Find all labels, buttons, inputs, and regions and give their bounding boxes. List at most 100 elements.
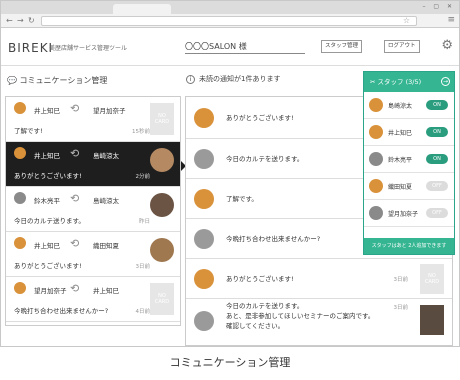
avatar bbox=[194, 149, 214, 169]
reload-icon[interactable]: ↻ bbox=[28, 16, 35, 25]
url-field[interactable]: ☆ bbox=[41, 16, 417, 26]
customer-photo bbox=[150, 148, 174, 172]
avatar bbox=[194, 311, 214, 331]
logout-button[interactable]: ログアウト bbox=[384, 40, 420, 53]
avatar bbox=[369, 152, 383, 166]
message-row: ありがとうございます! 3日前 NO CARD bbox=[186, 259, 452, 299]
section-title-text: コミュニケーション管理 bbox=[19, 76, 108, 85]
thread-item-selected[interactable]: 井上知巳 ⟲ 島崎涼太 ありがとうございます! 2分前 bbox=[6, 142, 180, 187]
thread-item[interactable]: 井上知巳 ⟲ 望月加奈子 了解です! 15秒前 NO CARD bbox=[6, 97, 180, 142]
app-header: BIREKI 美歴店舗サービス管理ツール 〇〇〇SALON 様 スタッフ管理 ロ… bbox=[1, 30, 459, 66]
avatar bbox=[369, 179, 383, 193]
message-text: 今日のカルテを送ります。 あと、是非参加してほしいセミナーのご案内です。 確認し… bbox=[226, 302, 375, 330]
avatar bbox=[194, 229, 214, 249]
thread-to: 島崎涼太 bbox=[93, 197, 119, 205]
section-title: 💬 コミュニケーション管理 bbox=[7, 75, 107, 86]
staff-toggle[interactable]: ON bbox=[426, 127, 448, 137]
thread-item[interactable]: 井上知巳 ⟲ 織田知夏 ありがとうございます! 3日前 bbox=[6, 232, 180, 277]
unread-notice-text: 未読の通知が1件あります bbox=[199, 75, 281, 83]
avatar bbox=[14, 192, 26, 204]
staff-footer: スタッフはあと 2人追加できます bbox=[364, 238, 454, 254]
sync-icon: ⟲ bbox=[70, 192, 80, 205]
sync-icon: ⟲ bbox=[70, 147, 80, 160]
sync-icon: ⟲ bbox=[70, 282, 80, 295]
staff-toggle[interactable]: OFF bbox=[426, 208, 448, 218]
message-text: 今晩打ち合わせ出来ませんかー? bbox=[226, 235, 321, 243]
customer-photo bbox=[150, 238, 174, 262]
page-caption: コミュニケーション管理 bbox=[169, 356, 291, 369]
avatar bbox=[194, 189, 214, 209]
thread-time: 15秒前 bbox=[132, 129, 150, 135]
avatar bbox=[14, 102, 26, 114]
thread-from: 井上知巳 bbox=[34, 242, 60, 250]
window-controls[interactable]: – ▢ ✕ bbox=[422, 3, 455, 10]
arrow-right-icon[interactable]: → bbox=[441, 77, 450, 86]
avatar bbox=[369, 206, 383, 220]
thread-to: 島崎涼太 bbox=[93, 152, 119, 160]
thread-to: 織田知夏 bbox=[93, 242, 119, 250]
chat-icon: 💬 bbox=[7, 76, 17, 85]
logout-button-label: ログアウト bbox=[388, 43, 416, 49]
thread-message: ありがとうございます! bbox=[14, 262, 82, 270]
staff-name: 島崎涼太 bbox=[388, 103, 413, 110]
staff-management-button[interactable]: スタッフ管理 bbox=[321, 40, 363, 53]
nocard-placeholder: NO CARD bbox=[420, 264, 444, 294]
staff-name: 望月加奈子 bbox=[388, 211, 419, 218]
message-text: 了解です。 bbox=[226, 195, 258, 203]
app-tagline: 美歴店舗サービス管理ツール bbox=[49, 45, 128, 52]
avatar bbox=[369, 125, 383, 139]
avatar bbox=[14, 282, 26, 294]
back-icon[interactable]: ← bbox=[6, 16, 13, 25]
staff-button-label: スタッフ管理 bbox=[325, 43, 359, 49]
info-icon: i bbox=[186, 75, 195, 84]
thread-from: 井上知巳 bbox=[34, 107, 60, 115]
browser-tabbar: – ▢ ✕ bbox=[1, 1, 459, 14]
thread-time: 昨日 bbox=[138, 219, 150, 225]
browser-tab[interactable] bbox=[113, 4, 171, 14]
thread-to: 望月加奈子 bbox=[93, 107, 126, 115]
nocard-placeholder: NO CARD bbox=[150, 103, 174, 135]
staff-toggle[interactable]: ON bbox=[426, 154, 448, 164]
thread-time: 3日前 bbox=[135, 264, 151, 270]
staff-item: 井上知巳 ON bbox=[364, 119, 454, 146]
staff-panel-header: ✂ スタッフ (3/5) → bbox=[364, 72, 454, 92]
browser-menu-icon[interactable]: ≡ bbox=[447, 15, 455, 25]
thread-list: 井上知巳 ⟲ 望月加奈子 了解です! 15秒前 NO CARD 井上知巳 ⟲ 島崎涼太 あ… bbox=[5, 96, 181, 326]
message-text: ありがとうございます! bbox=[226, 114, 294, 122]
staff-item: 織田知夏 OFF bbox=[364, 173, 454, 200]
staff-panel: ✂ スタッフ (3/5) → 島崎涼太 ON 井上知巳 ON 鈴木亮平 ON 織… bbox=[363, 71, 455, 255]
thread-time: 4日前 bbox=[135, 309, 151, 315]
thread-to: 井上知巳 bbox=[93, 287, 119, 295]
staff-name: 井上知巳 bbox=[388, 130, 413, 137]
avatar bbox=[194, 269, 214, 289]
sync-icon: ⟲ bbox=[70, 237, 80, 250]
avatar bbox=[14, 237, 26, 249]
forward-icon[interactable]: → bbox=[17, 16, 24, 25]
thread-message: 今日のカルテ送ります。 bbox=[14, 217, 85, 225]
thread-item[interactable]: 鈴木亮平 ⟲ 島崎涼太 今日のカルテ送ります。 昨日 bbox=[6, 187, 180, 232]
avatar bbox=[194, 108, 214, 128]
customer-photo bbox=[420, 305, 444, 335]
avatar bbox=[14, 147, 26, 159]
staff-toggle[interactable]: ON bbox=[426, 100, 448, 110]
nocard-placeholder: NO CARD bbox=[150, 283, 174, 315]
sync-icon: ⟲ bbox=[70, 102, 80, 115]
bookmark-star-icon[interactable]: ☆ bbox=[403, 16, 410, 25]
thread-message: 今晩打ち合わせ出来ませんかー? bbox=[14, 307, 109, 315]
staff-item: 島崎涼太 ON bbox=[364, 92, 454, 119]
staff-name: 織田知夏 bbox=[388, 184, 413, 191]
customer-photo bbox=[150, 193, 174, 217]
gear-icon[interactable]: ⚙ bbox=[441, 38, 453, 53]
staff-name: 鈴木亮平 bbox=[388, 157, 413, 164]
thread-from: 望月加奈子 bbox=[34, 287, 67, 295]
app-logo: BIREKI bbox=[8, 41, 54, 55]
scissors-icon: ✂ bbox=[370, 78, 376, 86]
browser-window: – ▢ ✕ ← → ↻ ☆ ≡ BIREKI 美歴店舗サービス管理ツール 〇〇〇… bbox=[0, 0, 460, 347]
staff-toggle[interactable]: OFF bbox=[426, 181, 448, 191]
thread-item[interactable]: 望月加奈子 ⟲ 井上知巳 今晩打ち合わせ出来ませんかー? 4日前 NO CARD bbox=[6, 277, 180, 322]
message-time: 3日前 bbox=[393, 277, 409, 283]
thread-from: 井上知巳 bbox=[34, 152, 60, 160]
staff-item: 鈴木亮平 ON bbox=[364, 146, 454, 173]
thread-time: 2分前 bbox=[135, 174, 151, 180]
avatar bbox=[369, 98, 383, 112]
